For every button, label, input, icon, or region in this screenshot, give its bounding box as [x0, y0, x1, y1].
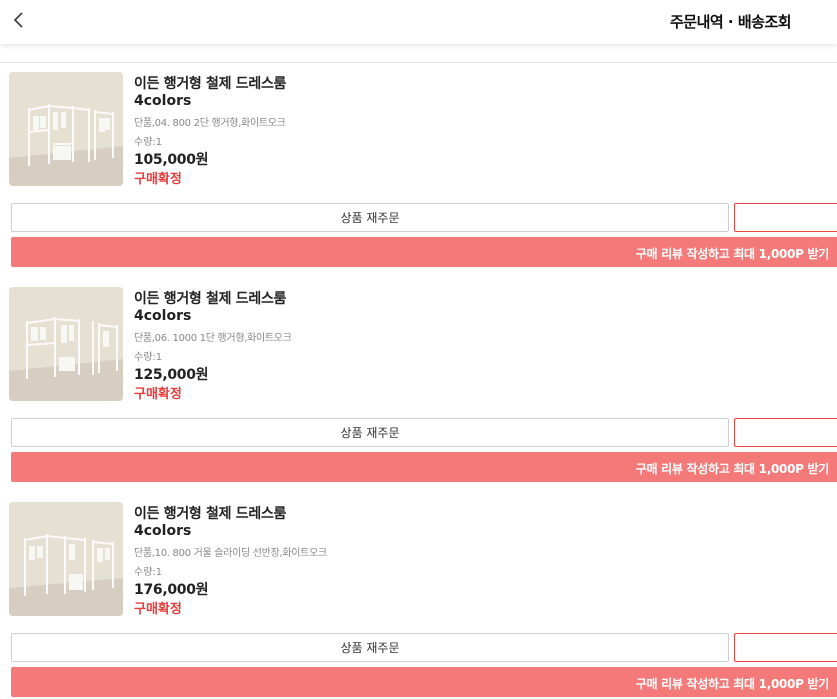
secondary-action-button[interactable] [734, 418, 837, 447]
back-button[interactable] [8, 8, 30, 32]
reorder-button[interactable]: 상품 재주문 [11, 633, 729, 662]
order-status: 구매확정 [134, 172, 182, 187]
product-name[interactable]: 이든 행거형 철제 드레스룸 [134, 503, 286, 523]
review-button-label: 구매 리뷰 작성하고 최대 1,000P 받기 [635, 677, 830, 691]
review-button-label: 구매 리뷰 작성하고 최대 1,000P 받기 [635, 462, 830, 476]
top-header: 주문내역 · 배송조회 [0, 0, 837, 44]
chevron-left-icon [13, 12, 23, 28]
product-thumbnail[interactable] [9, 72, 123, 186]
review-button-label: 구매 리뷰 작성하고 최대 1,000P 받기 [635, 247, 830, 261]
product-quantity: 수량:1 [134, 352, 163, 363]
product-subtitle: 4colors [134, 523, 192, 539]
order-status: 구매확정 [134, 602, 182, 617]
product-quantity: 수량:1 [134, 137, 163, 148]
order-item: 이든 행거형 철제 드레스룸 4colors 단품,04. 800 2단 행거형… [0, 63, 837, 267]
order-status: 구매확정 [134, 387, 182, 402]
product-option: 단품,04. 800 2단 행거형,화이트오크 [134, 118, 286, 129]
product-name[interactable]: 이든 행거형 철제 드레스룸 [134, 73, 286, 93]
product-thumbnail[interactable] [9, 502, 123, 616]
product-price: 105,000원 [134, 152, 209, 168]
product-name[interactable]: 이든 행거형 철제 드레스룸 [134, 288, 286, 308]
product-price: 176,000원 [134, 582, 209, 598]
product-quantity: 수량:1 [134, 567, 163, 578]
write-review-button[interactable]: 구매 리뷰 작성하고 최대 1,000P 받기 [11, 237, 837, 267]
order-item: 이든 행거형 철제 드레스룸 4colors 단품,06. 1000 1단 행거… [0, 278, 837, 482]
write-review-button[interactable]: 구매 리뷰 작성하고 최대 1,000P 받기 [11, 452, 837, 482]
order-item: 이든 행거형 철제 드레스룸 4colors 단품,10. 800 거울 슬라이… [0, 493, 837, 697]
product-option: 단품,06. 1000 1단 행거형,화이트오크 [134, 333, 292, 344]
page-title: 주문내역 · 배송조회 [670, 13, 792, 31]
product-option: 단품,10. 800 거울 슬라이딩 선반장,화이트오크 [134, 548, 327, 559]
write-review-button[interactable]: 구매 리뷰 작성하고 최대 1,000P 받기 [11, 667, 837, 697]
reorder-button[interactable]: 상품 재주문 [11, 418, 729, 447]
product-thumbnail[interactable] [9, 287, 123, 401]
product-subtitle: 4colors [134, 93, 192, 109]
product-price: 125,000원 [134, 367, 209, 383]
product-subtitle: 4colors [134, 308, 192, 324]
secondary-action-button[interactable] [734, 203, 837, 232]
secondary-action-button[interactable] [734, 633, 837, 662]
reorder-button[interactable]: 상품 재주문 [11, 203, 729, 232]
